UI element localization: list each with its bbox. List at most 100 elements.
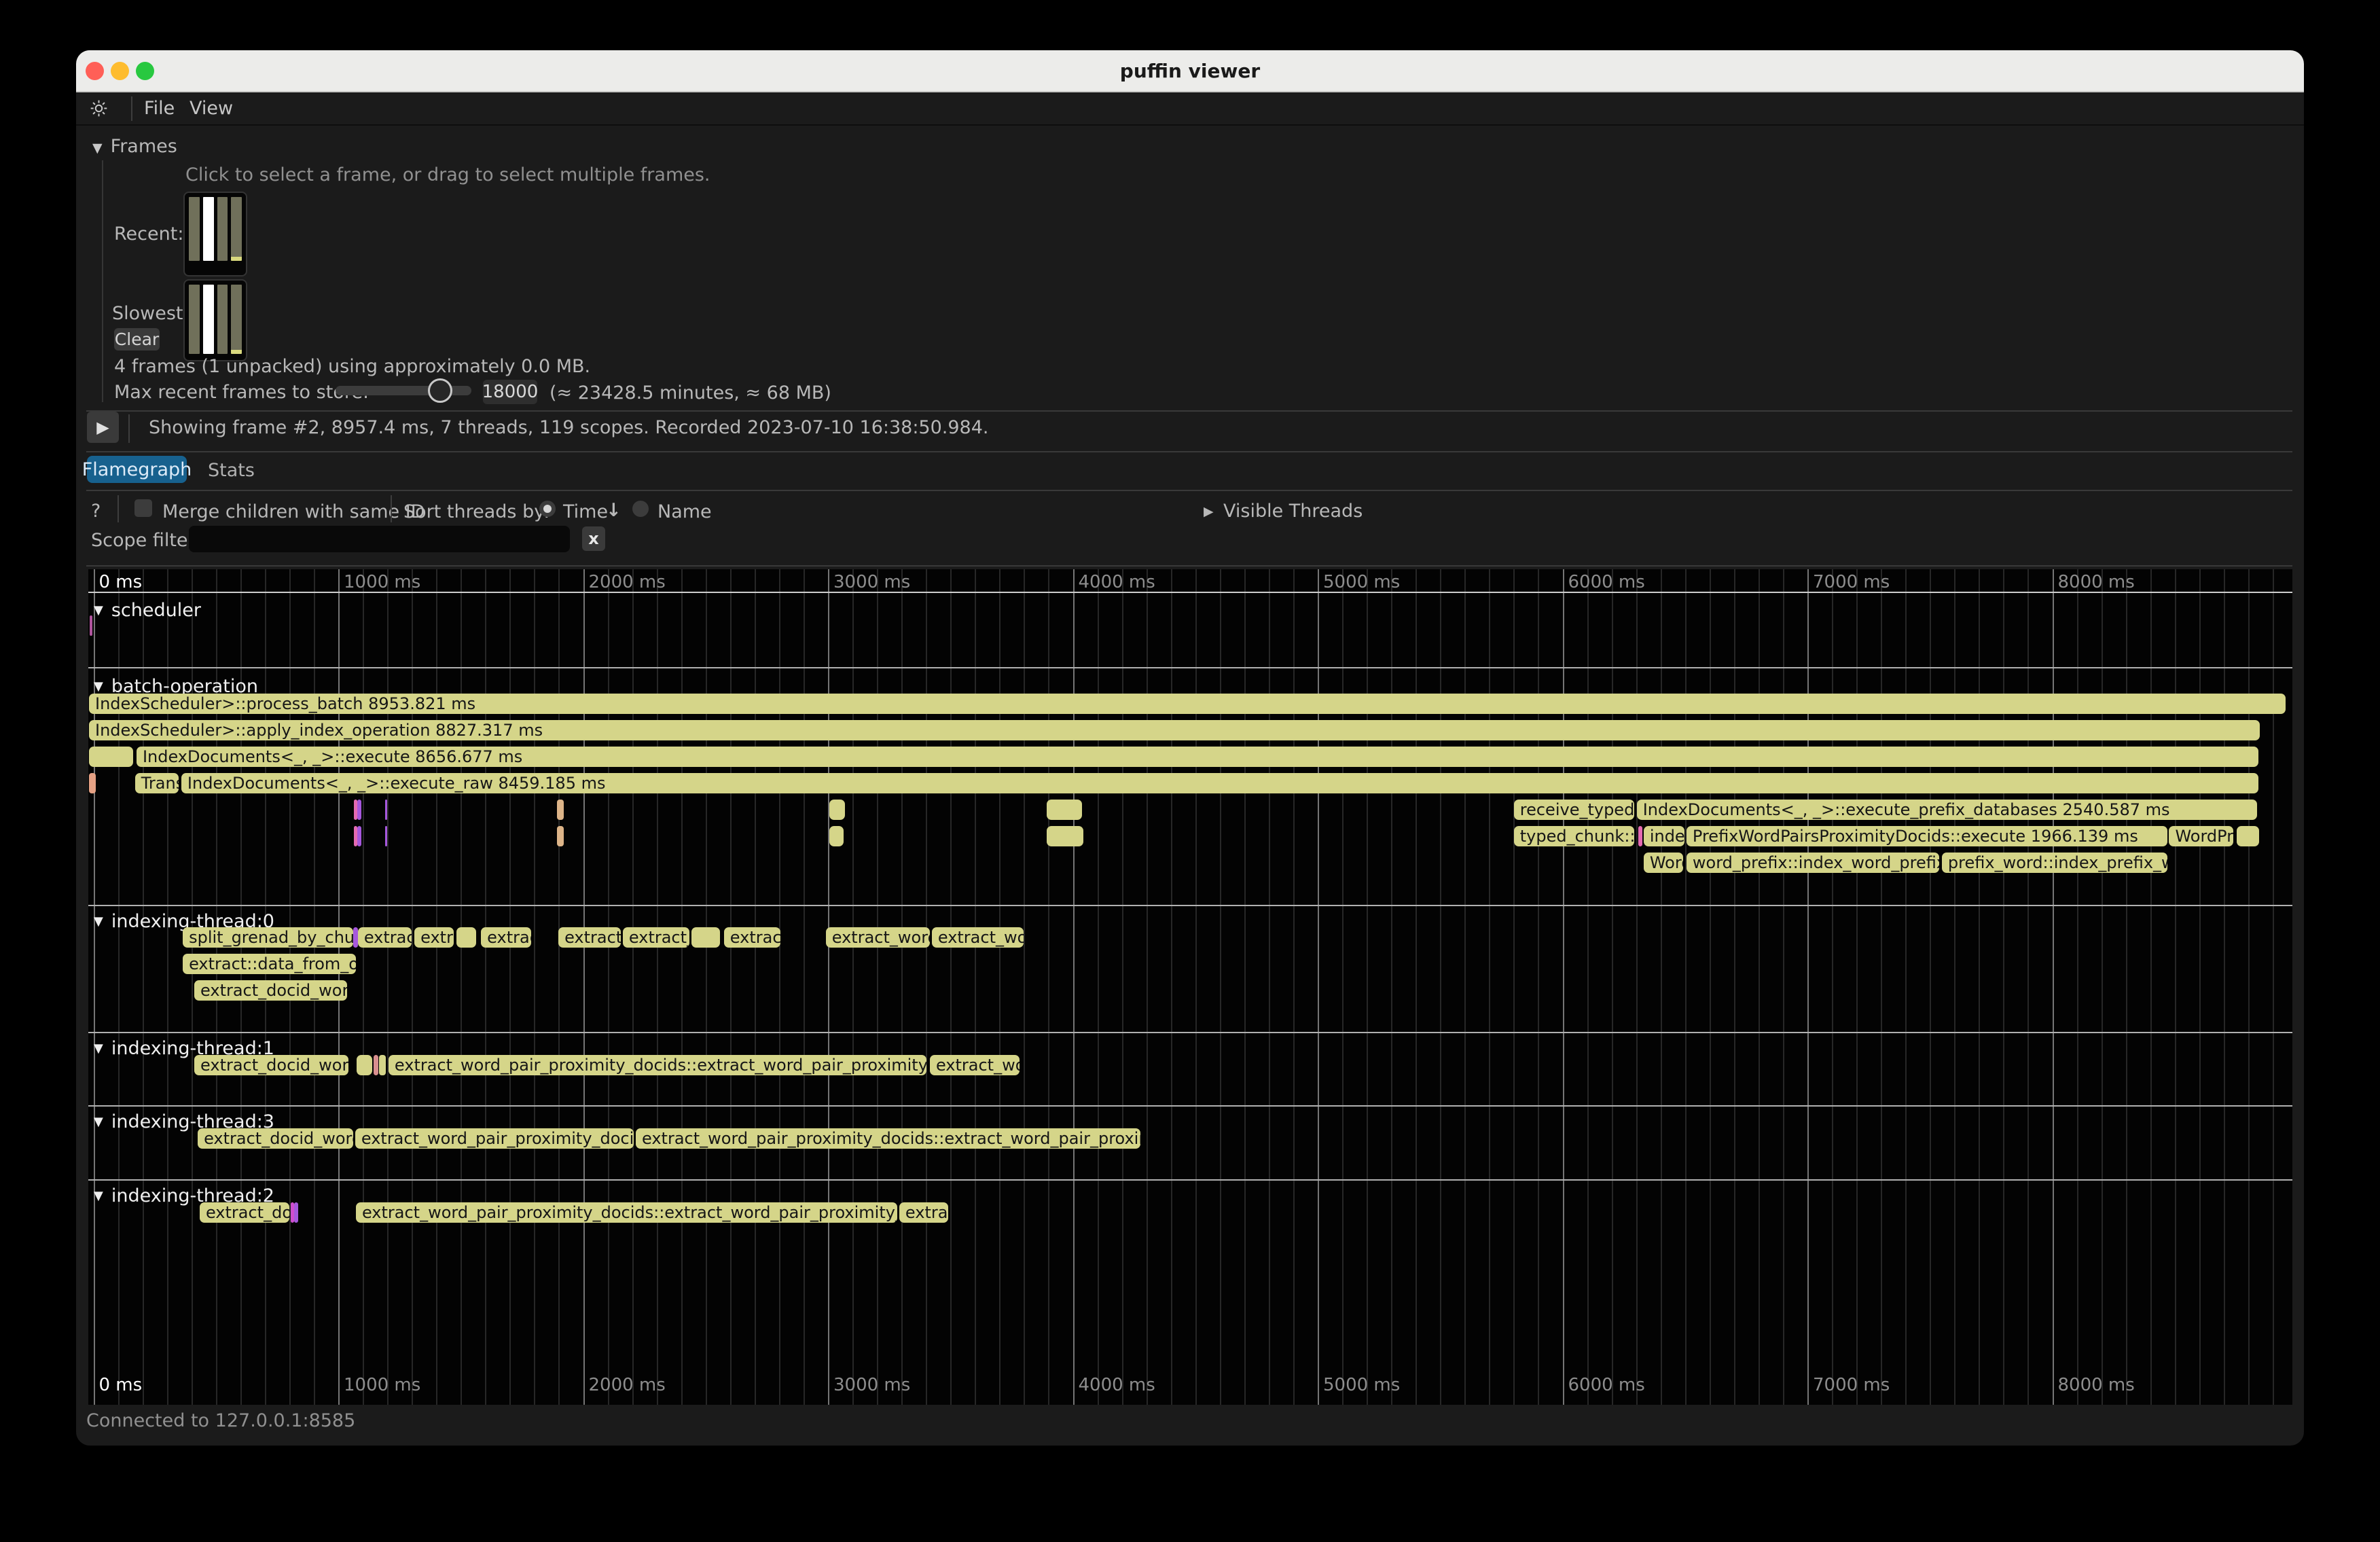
scope-bar[interactable]: extract_word_pair_proximity_docids::extr… <box>389 1055 926 1075</box>
slowest-frames-thumbnail[interactable] <box>183 279 247 361</box>
scope-bar[interactable]: IndexDocuments<_, _>::execute_prefix_dat… <box>1637 800 2257 820</box>
scope-bar[interactable]: extract::data_from_ob <box>183 954 356 974</box>
scope-bar[interactable]: extrac <box>481 927 531 948</box>
scope-bar[interactable] <box>294 1202 298 1223</box>
theme-sun-icon[interactable] <box>90 99 108 118</box>
scope-bar[interactable]: extract_doc <box>200 1202 289 1223</box>
scope-bar[interactable]: extract_word_pair_proximity_docids::extr… <box>636 1128 1140 1149</box>
scope-bar[interactable]: IndexDocuments<_, _>::execute_raw 8459.1… <box>181 773 2258 793</box>
separator <box>86 490 2292 491</box>
collapse-icon: ▼ <box>92 141 103 156</box>
scope-bar[interactable] <box>374 1055 378 1075</box>
scope-bar[interactable] <box>379 1055 386 1075</box>
axis-tick-label: 0 ms <box>99 1375 143 1395</box>
scope-bar[interactable]: extract_ <box>623 927 689 948</box>
scope-bar[interactable]: extract <box>358 927 412 948</box>
scope-bar-label: extract <box>358 927 412 948</box>
sort-threads-label: Sort threads by: <box>403 501 549 522</box>
scope-bar[interactable]: IndexScheduler>::apply_index_operation 8… <box>89 720 2260 740</box>
scope-bar-label: extract_word_pair_proximity_docids <box>355 1128 634 1149</box>
scope-bar[interactable] <box>385 826 387 846</box>
scope-bar[interactable]: WordPr <box>2169 826 2233 846</box>
clear-filter-button[interactable]: x <box>582 526 605 551</box>
scope-bar[interactable] <box>357 826 361 846</box>
recent-label: Recent: <box>114 223 183 245</box>
scope-bar[interactable]: PrefixWordPairsProximityDocids::execute … <box>1687 826 2167 846</box>
recent-frames-thumbnail[interactable] <box>183 192 247 276</box>
max-frames-value[interactable]: 18000 <box>483 380 537 404</box>
scope-bar[interactable] <box>357 800 361 820</box>
visible-threads-header[interactable]: Visible Threads <box>1223 501 1363 522</box>
scope-filter-input[interactable] <box>189 526 570 552</box>
axis-tick-label: 0 ms <box>99 572 143 592</box>
scope-bar[interactable]: extract_docid_word <box>194 980 347 1001</box>
scope-bar[interactable]: extract_word <box>826 927 930 948</box>
scope-bar[interactable]: extract_wo <box>930 1055 1020 1075</box>
scope-bar-label: Word <box>1644 853 1683 873</box>
scope-bar[interactable]: extract_word_pair_proximity_docids <box>355 1128 634 1149</box>
tab-flamegraph[interactable]: Flamegraph <box>87 456 187 483</box>
scope-bar[interactable]: extract_docid_word <box>194 1055 348 1075</box>
scope-bar[interactable] <box>691 927 720 948</box>
visible-threads-collapse-icon[interactable]: ▶ <box>1204 504 1214 519</box>
scope-bar[interactable] <box>1047 826 1083 846</box>
separator <box>86 451 2292 452</box>
scope-bar[interactable] <box>1638 826 1642 846</box>
scope-bar[interactable] <box>829 800 845 820</box>
scope-bar[interactable]: split_grenad_by_chun <box>183 927 353 948</box>
menu-file[interactable]: File <box>144 98 175 119</box>
scope-bar[interactable] <box>89 747 133 767</box>
scope-bar[interactable] <box>90 615 93 636</box>
scope-bar[interactable] <box>357 1055 372 1075</box>
menubar-divider <box>131 96 132 121</box>
merge-children-checkbox[interactable] <box>134 499 152 517</box>
sort-name-radio[interactable] <box>632 501 649 517</box>
scope-bar[interactable] <box>89 773 96 793</box>
scope-bar[interactable] <box>385 800 387 820</box>
scope-bar[interactable]: Word <box>1644 853 1683 873</box>
sort-direction-arrow-icon[interactable]: ↓ <box>606 500 621 521</box>
scope-bar[interactable] <box>456 927 476 948</box>
scope-bar[interactable]: Trans <box>135 773 179 793</box>
scope-bar[interactable]: prefix_word::index_prefix_wo <box>1942 853 2167 873</box>
thread-header[interactable]: ▼scheduler <box>94 600 201 621</box>
help-button[interactable]: ? <box>91 501 101 522</box>
frames-section-header[interactable]: ▼Frames <box>92 136 177 157</box>
indent-guide <box>102 160 103 402</box>
scope-bar[interactable] <box>353 927 358 948</box>
play-button[interactable]: ▶ <box>87 412 119 443</box>
scope-bar[interactable]: extrac <box>899 1202 948 1223</box>
flamegraph-canvas[interactable]: 0 ms0 ms1000 ms1000 ms2000 ms2000 ms3000… <box>88 569 2292 1405</box>
tab-stats[interactable]: Stats <box>208 460 255 481</box>
scope-bar[interactable]: extra <box>414 927 454 948</box>
scope-bar[interactable]: IndexScheduler>::process_batch 8953.821 … <box>89 694 2286 714</box>
scope-bar[interactable]: extract_docid_word <box>198 1128 353 1149</box>
slider-knob[interactable] <box>428 378 452 403</box>
axis-tick-label: 6000 ms <box>1568 1375 1645 1395</box>
scope-bar-label: IndexScheduler>::process_batch 8953.821 … <box>89 694 2286 714</box>
clear-button[interactable]: Clear <box>114 328 160 351</box>
scope-bar[interactable]: extract_word_pair_proximity_docids::extr… <box>356 1202 897 1223</box>
frame-preview-bar <box>217 197 228 261</box>
menubar: File View <box>76 92 2304 126</box>
menu-view[interactable]: View <box>190 98 233 119</box>
scope-bar[interactable] <box>557 826 564 846</box>
scope-bar[interactable]: typed_chunk::w <box>1514 826 1634 846</box>
scope-bar-label: extract::data_from_ob <box>183 954 356 974</box>
scope-bar[interactable]: extract_ <box>558 927 621 948</box>
scope-bar[interactable]: extract <box>724 927 780 948</box>
collapse-icon: ▼ <box>94 603 103 617</box>
scope-bar[interactable]: receive_typed_ <box>1514 800 1634 820</box>
scope-bar[interactable]: word_prefix::index_word_prefix_ <box>1687 853 1939 873</box>
scope-bar[interactable]: IndexDocuments<_, _>::execute 8656.677 m… <box>137 747 2258 767</box>
scope-bar[interactable]: extract_wo <box>932 927 1024 948</box>
scope-bar[interactable] <box>557 800 564 820</box>
scope-bar[interactable] <box>2237 826 2260 846</box>
scope-bar[interactable] <box>1047 800 1082 820</box>
sort-time-radio[interactable] <box>539 501 556 517</box>
frame-preview-bar <box>231 197 242 261</box>
scope-bar[interactable]: index <box>1644 826 1684 846</box>
controls-divider <box>391 495 392 522</box>
scope-bar[interactable] <box>829 826 844 846</box>
scope-bar-label: extract_wo <box>930 1055 1020 1075</box>
